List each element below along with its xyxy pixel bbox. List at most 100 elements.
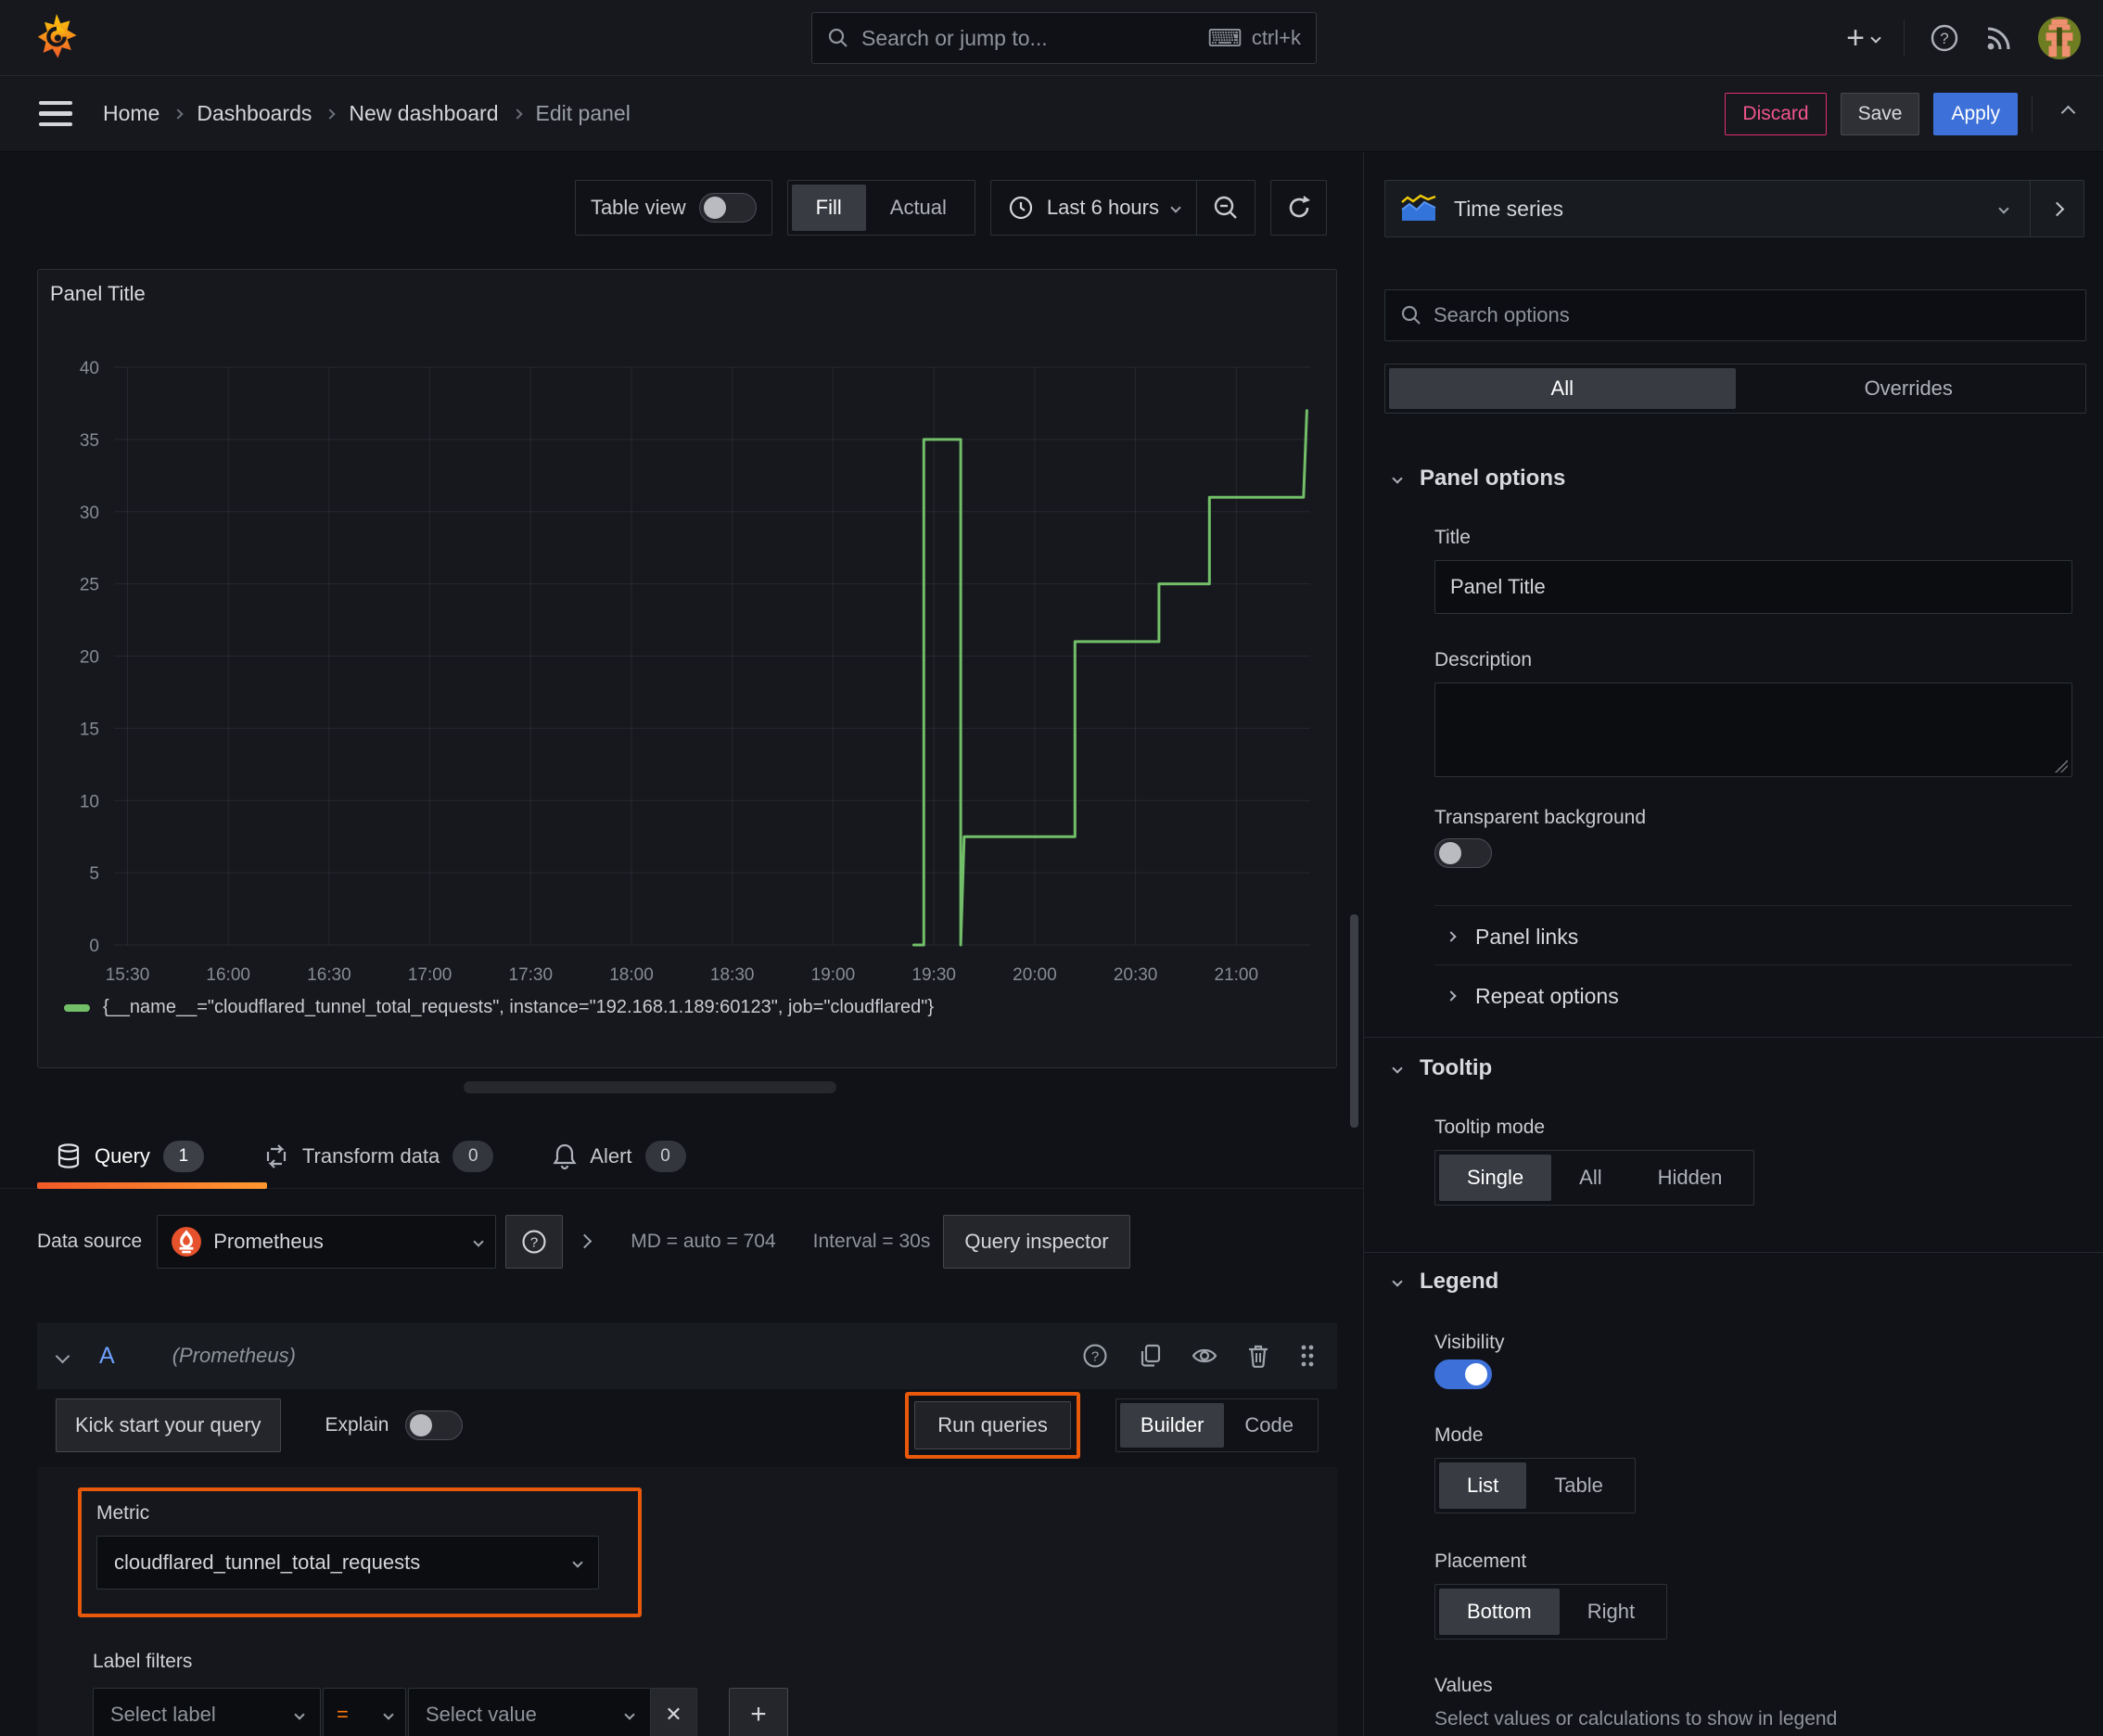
y-axis-tick: 5 — [89, 864, 99, 884]
fill-option[interactable]: Fill — [791, 185, 866, 231]
actual-option[interactable]: Actual — [866, 185, 971, 231]
breadcrumb-home[interactable]: Home — [103, 101, 159, 126]
query-ref-id[interactable]: A — [99, 1343, 115, 1370]
viz-suggestions-button[interactable] — [2031, 180, 2084, 237]
tooltip-mode-all[interactable]: All — [1551, 1155, 1629, 1201]
remove-filter-button[interactable]: ✕ — [651, 1688, 697, 1736]
y-axis-tick: 30 — [80, 504, 99, 523]
legend-item[interactable]: {__name__="cloudflared_tunnel_total_requ… — [64, 997, 934, 1018]
refresh-button[interactable] — [1270, 180, 1327, 236]
section-title: Tooltip — [1420, 1055, 1493, 1080]
divider — [2032, 95, 2033, 133]
table-view-toggle[interactable] — [698, 193, 757, 223]
collapse-header-button[interactable] — [2056, 99, 2081, 128]
query-help-button[interactable]: ? — [1081, 1342, 1109, 1370]
panel-title-value: Panel Title — [1450, 575, 1546, 598]
time-range-picker[interactable]: Last 6 hours — [989, 180, 1255, 236]
save-button[interactable]: Save — [1840, 92, 1920, 135]
legend-visibility-toggle[interactable] — [1434, 1359, 1492, 1389]
legend-mode-list[interactable]: List — [1439, 1462, 1527, 1509]
tab-alert[interactable]: Alert 0 — [553, 1141, 686, 1172]
panel-title-input[interactable]: Panel Title — [1434, 560, 2072, 614]
query-toolbar: Kick start your query Explain Run querie… — [37, 1392, 1337, 1459]
chevron-down-icon — [1870, 32, 1881, 44]
legend-mode-switch: List Table — [1434, 1458, 1636, 1513]
datasource-help-button[interactable]: ? — [505, 1215, 564, 1269]
metric-select[interactable]: cloudflared_tunnel_total_requests — [96, 1536, 599, 1589]
table-view-label: Table view — [590, 196, 686, 219]
description-textarea[interactable] — [1434, 683, 2072, 777]
rss-icon — [1987, 27, 2010, 50]
label-filters-label: Label filters — [93, 1651, 193, 1672]
datasource-row: Data source Prometheus ? MD = auto = 704… — [37, 1215, 1130, 1269]
new-menu-button[interactable]: + — [1846, 22, 1881, 54]
x-axis-tick: 17:00 — [408, 965, 452, 985]
legend-mode-table[interactable]: Table — [1526, 1462, 1631, 1509]
chevron-right-icon — [1446, 990, 1457, 1002]
tab-query[interactable]: Query 1 — [56, 1141, 204, 1172]
zoom-out-button[interactable] — [1196, 181, 1255, 235]
operator-dropdown[interactable]: = — [323, 1688, 406, 1736]
panel-links-section[interactable]: Panel links — [1446, 911, 2071, 963]
visualization-picker[interactable]: Time series — [1384, 180, 2031, 237]
delete-query-button[interactable] — [1246, 1343, 1270, 1369]
panel-options-header[interactable]: Panel options — [1392, 466, 1565, 491]
tab-all[interactable]: All — [1389, 368, 1736, 409]
workspace: Table view Fill Actual Last 6 hours Pane… — [0, 152, 2103, 1736]
divider — [1434, 964, 2071, 965]
x-axis-tick: 17:30 — [509, 965, 554, 985]
query-stats: MD = auto = 704 Interval = 30s — [631, 1231, 930, 1253]
builder-option[interactable]: Builder — [1119, 1403, 1225, 1448]
options-search-input[interactable]: Search options — [1384, 289, 2086, 341]
legend-placement-right[interactable]: Right — [1560, 1589, 1663, 1635]
run-queries-button[interactable]: Run queries — [914, 1401, 1071, 1449]
tab-transform-data[interactable]: Transform data 0 — [263, 1141, 494, 1172]
legend-header[interactable]: Legend — [1392, 1269, 1498, 1295]
datasource-picker[interactable]: Prometheus — [157, 1215, 497, 1269]
table-view-control[interactable]: Table view — [574, 180, 772, 236]
breadcrumb-dashboards[interactable]: Dashboards — [197, 101, 312, 126]
kick-start-button[interactable]: Kick start your query — [56, 1398, 281, 1452]
grafana-logo-icon[interactable] — [35, 10, 78, 66]
max-data-points-stat: MD = auto = 704 — [631, 1231, 776, 1252]
tab-overrides[interactable]: Overrides — [1736, 368, 2083, 409]
main-scrollbar[interactable] — [1350, 914, 1358, 1128]
database-icon — [57, 1143, 80, 1168]
transparent-background-toggle[interactable] — [1434, 838, 1492, 868]
expand-stats-button[interactable] — [577, 1233, 593, 1249]
duplicate-query-button[interactable] — [1137, 1343, 1163, 1369]
search-input[interactable]: Search or jump to... ⌨ ctrl+k — [811, 12, 1317, 64]
y-axis-tick: 20 — [80, 648, 99, 668]
query-inspector-button[interactable]: Query inspector — [943, 1215, 1130, 1269]
tooltip-mode-single[interactable]: Single — [1439, 1155, 1552, 1201]
add-filter-button[interactable]: + — [729, 1688, 788, 1736]
time-series-chart[interactable]: 0 5 10 15 20 25 30 35 40 15:30 16:00 16:30 17:00 17:3… — [38, 270, 1338, 989]
drag-query-handle[interactable] — [1298, 1342, 1317, 1370]
y-axis-tick: 35 — [80, 431, 99, 451]
code-option[interactable]: Code — [1224, 1403, 1314, 1448]
menu-toggle-button[interactable] — [39, 100, 72, 127]
fill-actual-switch: Fill Actual — [786, 180, 975, 236]
news-rss-button[interactable] — [1984, 23, 2014, 53]
explain-toggle[interactable] — [405, 1410, 464, 1440]
toggle-query-visibility-button[interactable] — [1191, 1344, 1218, 1368]
user-avatar[interactable] — [2038, 17, 2081, 59]
active-tab-indicator — [37, 1182, 267, 1189]
panel-resize-handle[interactable] — [464, 1081, 836, 1093]
help-button[interactable]: ? — [1929, 22, 1960, 54]
search-icon — [828, 28, 848, 47]
select-label-dropdown[interactable]: Select label — [93, 1688, 321, 1736]
apply-button[interactable]: Apply — [1933, 92, 2018, 135]
discard-button[interactable]: Discard — [1725, 92, 1827, 135]
query-header[interactable]: A (Prometheus) ? — [37, 1322, 1337, 1389]
select-value-dropdown[interactable]: Select value — [408, 1688, 651, 1736]
collapse-query-icon[interactable] — [55, 1348, 70, 1363]
repeat-options-section[interactable]: Repeat options — [1446, 970, 2071, 1022]
y-axis-tick: 15 — [80, 720, 99, 739]
interval-stat: Interval = 30s — [812, 1231, 931, 1252]
legend-placement-bottom[interactable]: Bottom — [1439, 1589, 1560, 1635]
tooltip-mode-hidden[interactable]: Hidden — [1630, 1155, 1751, 1201]
tooltip-header[interactable]: Tooltip — [1392, 1055, 1493, 1081]
x-axis-tick: 20:30 — [1114, 965, 1158, 985]
breadcrumb-new-dashboard[interactable]: New dashboard — [349, 101, 498, 126]
